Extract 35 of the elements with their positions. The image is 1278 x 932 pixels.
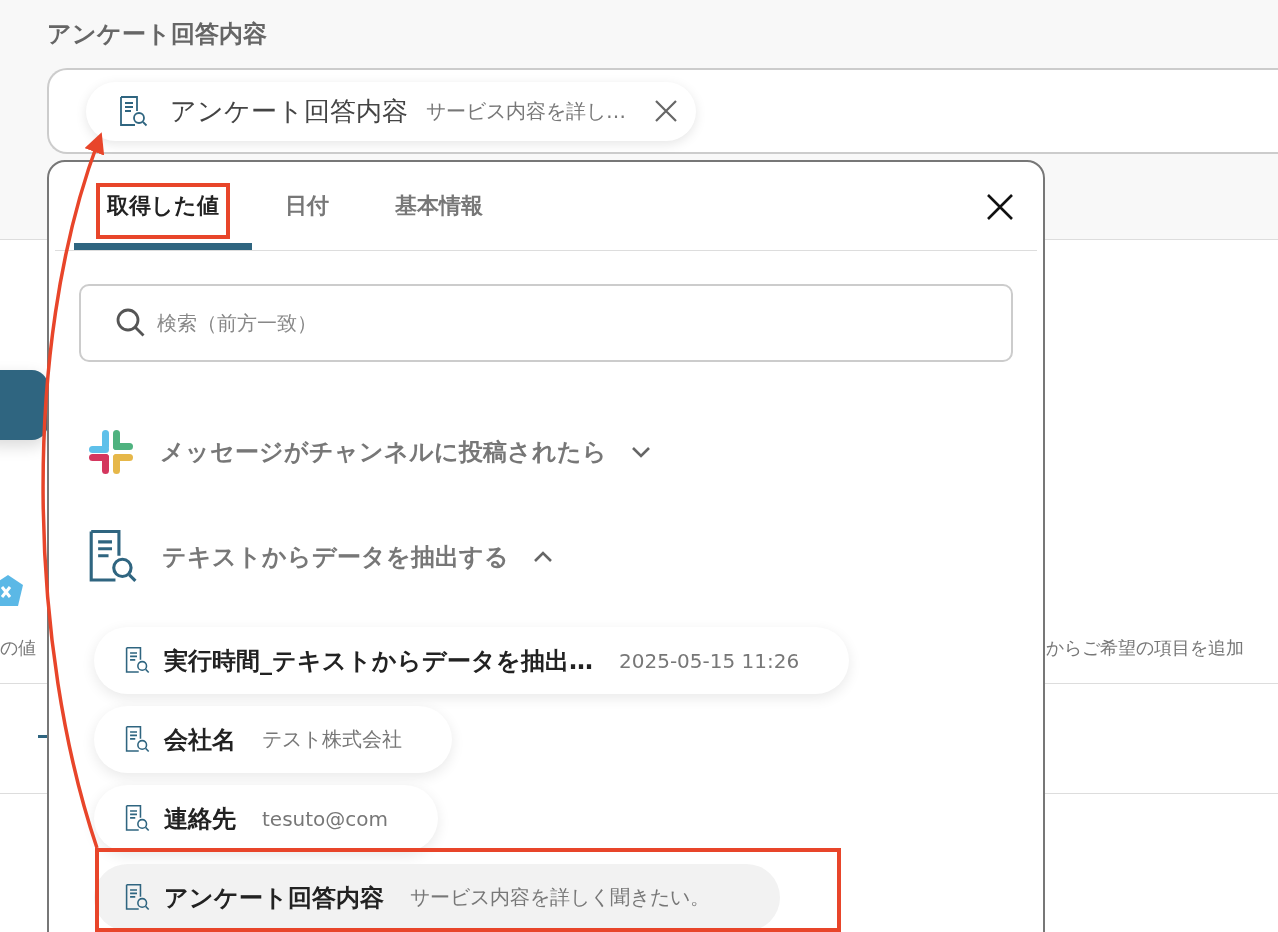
search-icon <box>115 307 147 339</box>
variable-value: サービス内容を詳しく聞きたい。 <box>410 884 710 911</box>
tab[interactable]: 日付 <box>252 162 362 250</box>
four-color-logo-icon <box>86 427 136 477</box>
tab[interactable]: 取得した値 <box>74 162 252 250</box>
search-field[interactable]: 検索（前方一致） <box>79 284 1013 362</box>
variable-value: テスト株式会社 <box>262 726 402 753</box>
variable-value: tesuto@com <box>262 806 389 831</box>
variable-name: 実行時間_テキストからデータを抽出… <box>164 645 593 677</box>
field-label: アンケート回答内容 <box>47 19 267 50</box>
close-icon[interactable] <box>654 99 678 123</box>
document-search-icon <box>124 883 150 912</box>
document-search-icon <box>124 646 150 675</box>
variable-value: 2025-05-15 11:26 <box>619 648 800 673</box>
variable-name: 連絡先 <box>164 803 236 835</box>
variable-name: 会社名 <box>164 724 236 756</box>
variable-chip[interactable]: 会社名 テスト株式会社 <box>94 706 452 773</box>
dash-icon <box>38 735 48 739</box>
document-search-icon <box>124 725 150 754</box>
document-search-icon <box>118 94 148 128</box>
variable-chip[interactable]: アンケート回答内容 サービス内容を詳し… <box>86 81 696 141</box>
description-text: からご希望の項目を追加 <box>1046 636 1244 660</box>
tab[interactable]: 基本情報 <box>362 162 516 250</box>
variable-chip[interactable]: 実行時間_テキストからデータを抽出… 2025-05-15 11:26 <box>94 627 850 694</box>
document-search-icon <box>124 804 150 833</box>
close-button[interactable] <box>985 192 1015 222</box>
variable-name: アンケート回答内容 <box>164 882 384 914</box>
variable-value: サービス内容を詳し… <box>426 97 626 125</box>
chevron-icon[interactable] <box>631 446 651 458</box>
group-title[interactable]: メッセージがチャンネルに投稿されたら <box>160 436 607 468</box>
input-field[interactable]: アンケート回答内容 サービス内容を詳し… <box>47 68 1278 154</box>
description-text: の値 <box>0 636 36 660</box>
variable-name: アンケート回答内容 <box>170 94 408 128</box>
group-title[interactable]: テキストからデータを抽出する <box>162 541 509 573</box>
chevron-icon[interactable] <box>533 551 553 563</box>
